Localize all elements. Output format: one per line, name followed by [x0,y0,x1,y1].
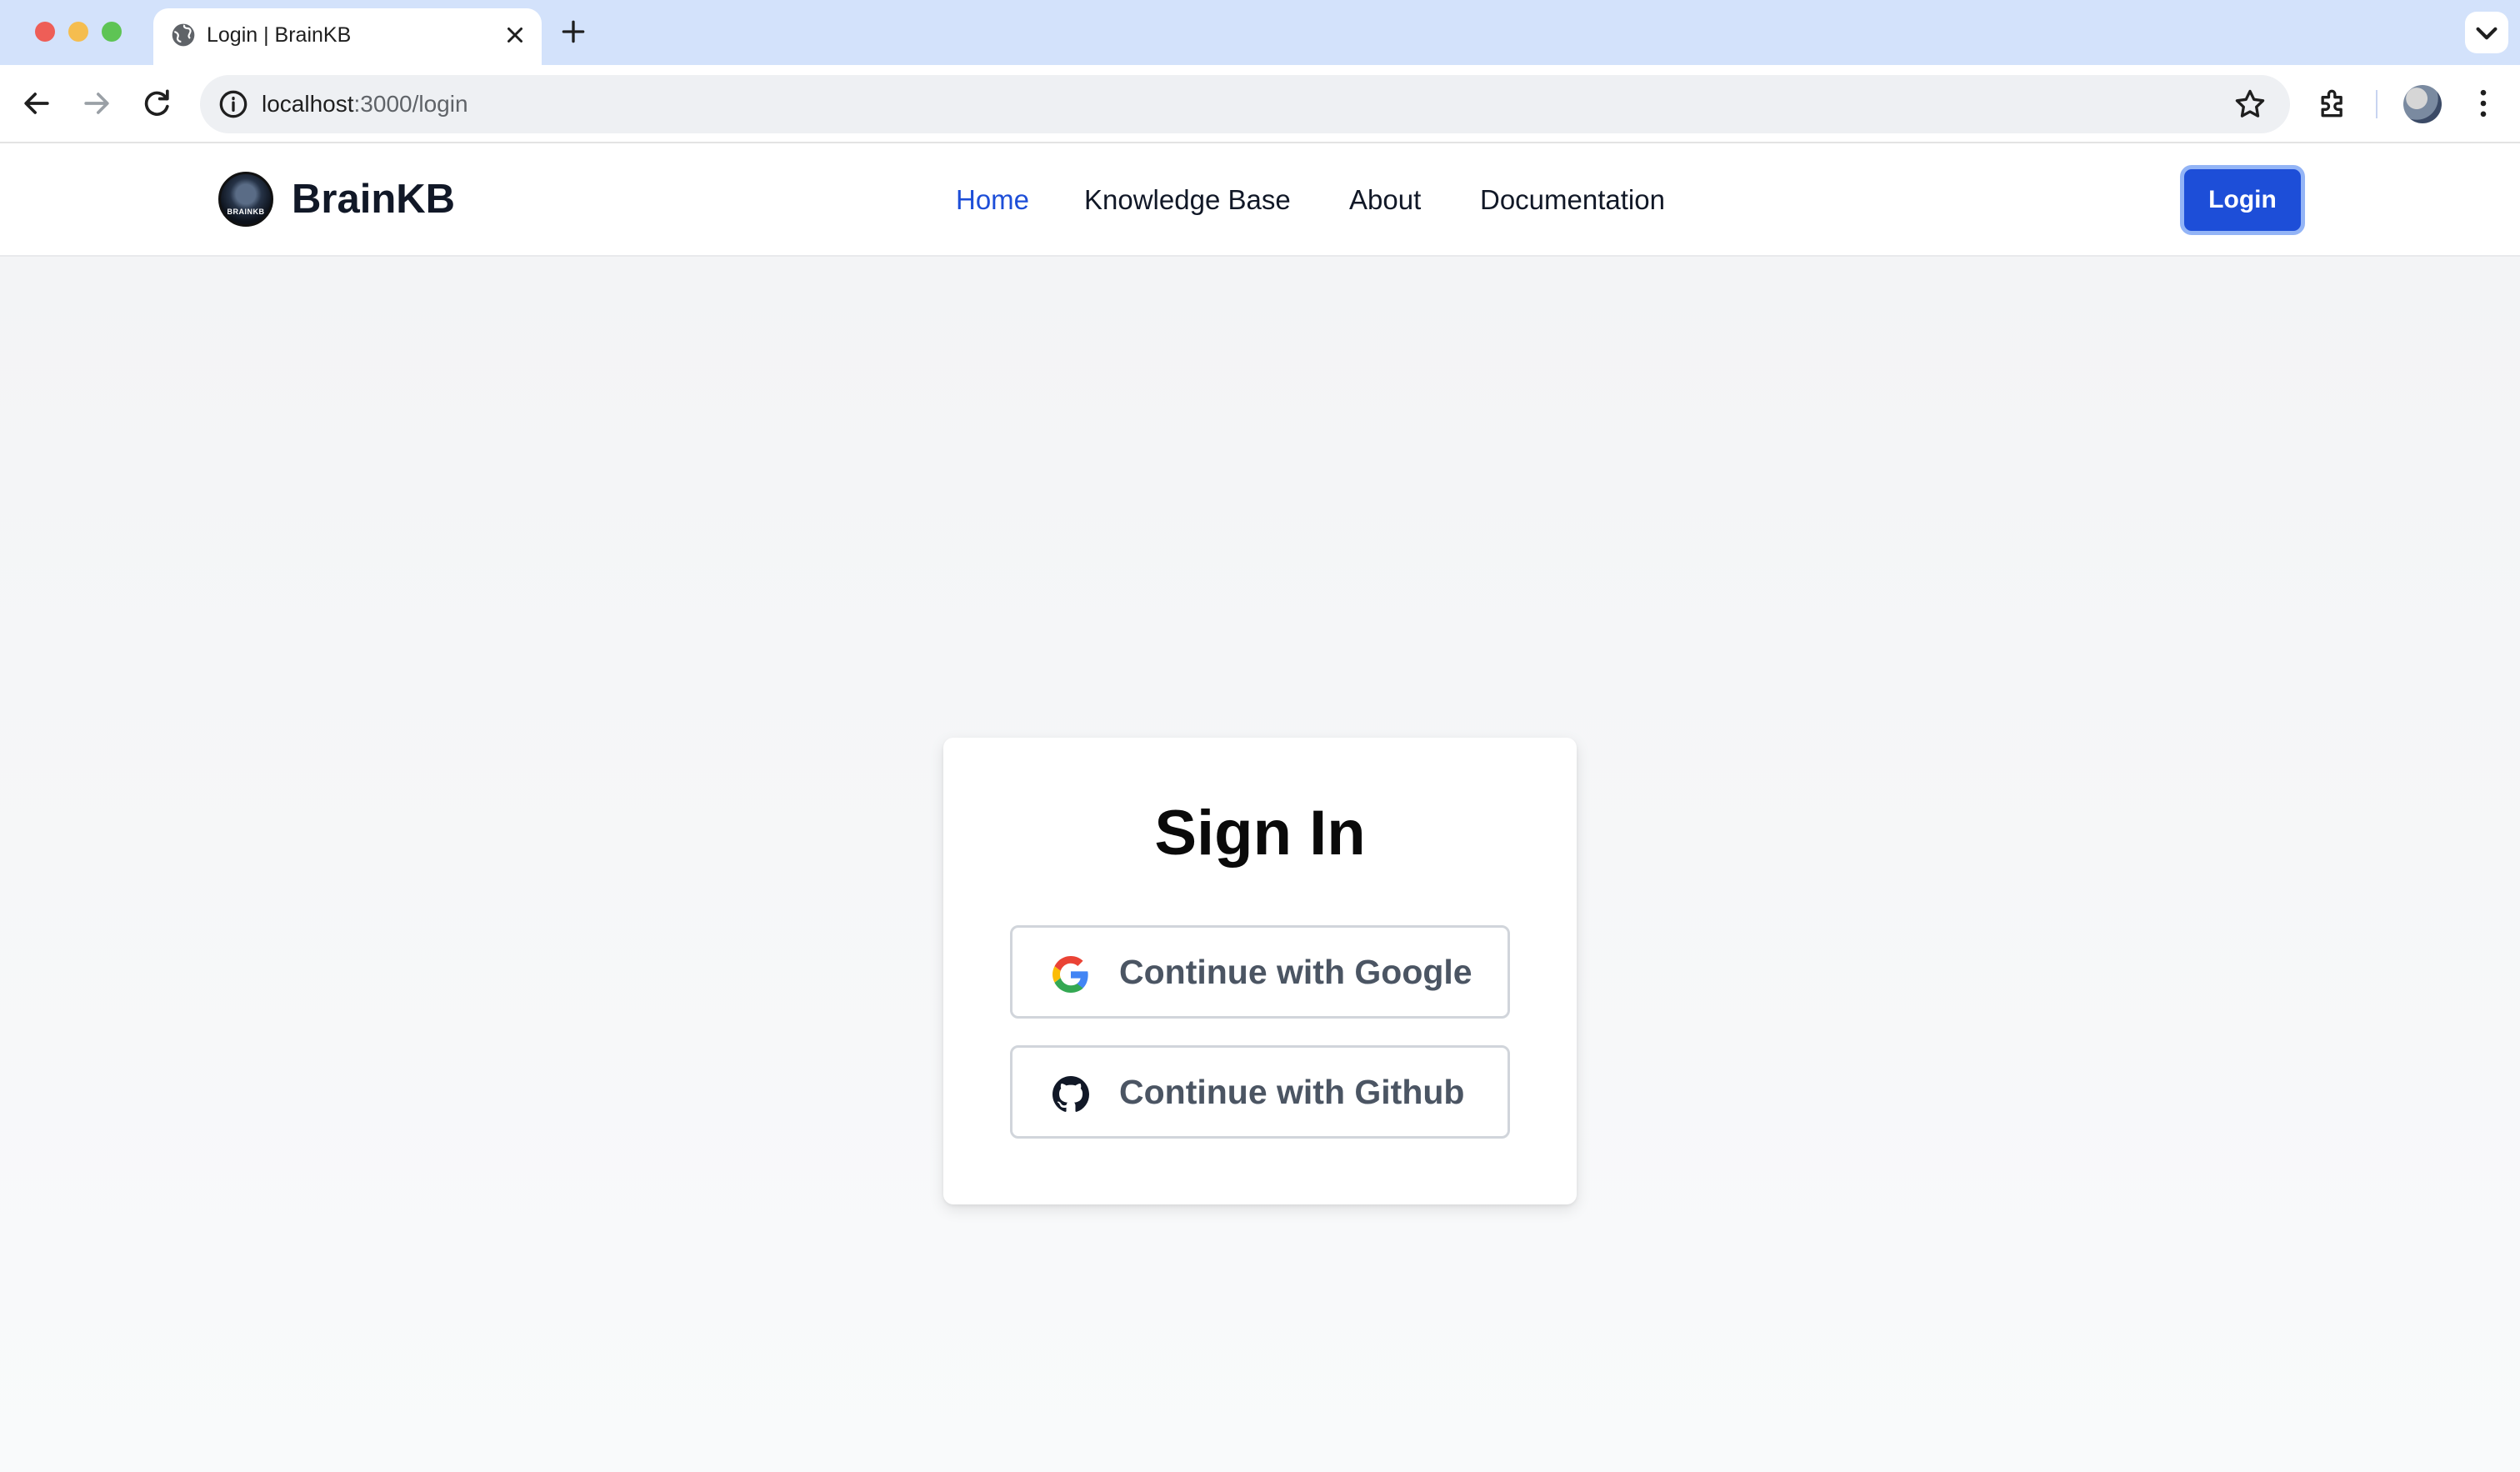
bookmark-star-icon[interactable] [2232,86,2268,123]
minimize-window-button[interactable] [68,22,88,42]
login-button[interactable]: Login [2180,165,2305,235]
url-path: :3000/login [353,91,468,117]
google-icon [1052,956,1088,993]
close-window-button[interactable] [35,22,55,42]
github-button-label: Continue with Github [1119,1073,1465,1111]
url-text: localhost:3000/login [262,75,468,133]
tab-search-button[interactable] [2465,12,2508,53]
logo-text: BRAINKB [227,208,265,216]
chevron-down-icon [2476,27,2498,40]
extensions-icon[interactable] [2315,85,2352,122]
nav-knowledge-base[interactable]: Knowledge Base [1084,182,1291,218]
kebab-menu-icon[interactable] [2465,85,2502,122]
brand-logo[interactable]: BRAINKB [218,172,273,227]
new-tab-icon[interactable] [557,15,590,48]
signin-title: Sign In [1154,798,1366,869]
maximize-window-button[interactable] [102,22,122,42]
signin-card: Sign In Continue with Google Continue wi… [943,738,1577,1204]
browser-tabstrip: Login | BrainKB [0,0,2520,65]
login-button-label: Login [2208,186,2277,213]
github-icon [1052,1076,1089,1112]
browser-tab[interactable]: Login | BrainKB [153,8,542,65]
google-button-label: Continue with Google [1119,953,1472,991]
site-header: BRAINKB BrainKB Home Knowledge Base Abou… [0,143,2520,257]
toolbar-divider [2376,90,2378,118]
back-arrow-icon[interactable] [18,85,55,122]
forward-arrow-icon[interactable] [78,85,115,122]
address-bar[interactable]: localhost:3000/login [200,75,2290,133]
continue-with-github-button[interactable]: Continue with Github [1010,1045,1510,1139]
reload-icon[interactable] [138,85,175,122]
site-info-icon[interactable] [215,86,252,123]
nav-documentation[interactable]: Documentation [1480,182,1665,218]
close-tab-icon[interactable] [500,20,530,50]
globe-icon [172,23,195,47]
tab-title: Login | BrainKB [207,23,352,47]
browser-toolbar: localhost:3000/login [0,65,2520,143]
nav-about[interactable]: About [1349,182,1421,218]
profile-avatar[interactable] [2403,85,2442,123]
continue-with-google-button[interactable]: Continue with Google [1010,925,1510,1019]
brand-name[interactable]: BrainKB [292,173,455,225]
nav-home[interactable]: Home [956,182,1029,218]
url-host: localhost [262,91,354,117]
